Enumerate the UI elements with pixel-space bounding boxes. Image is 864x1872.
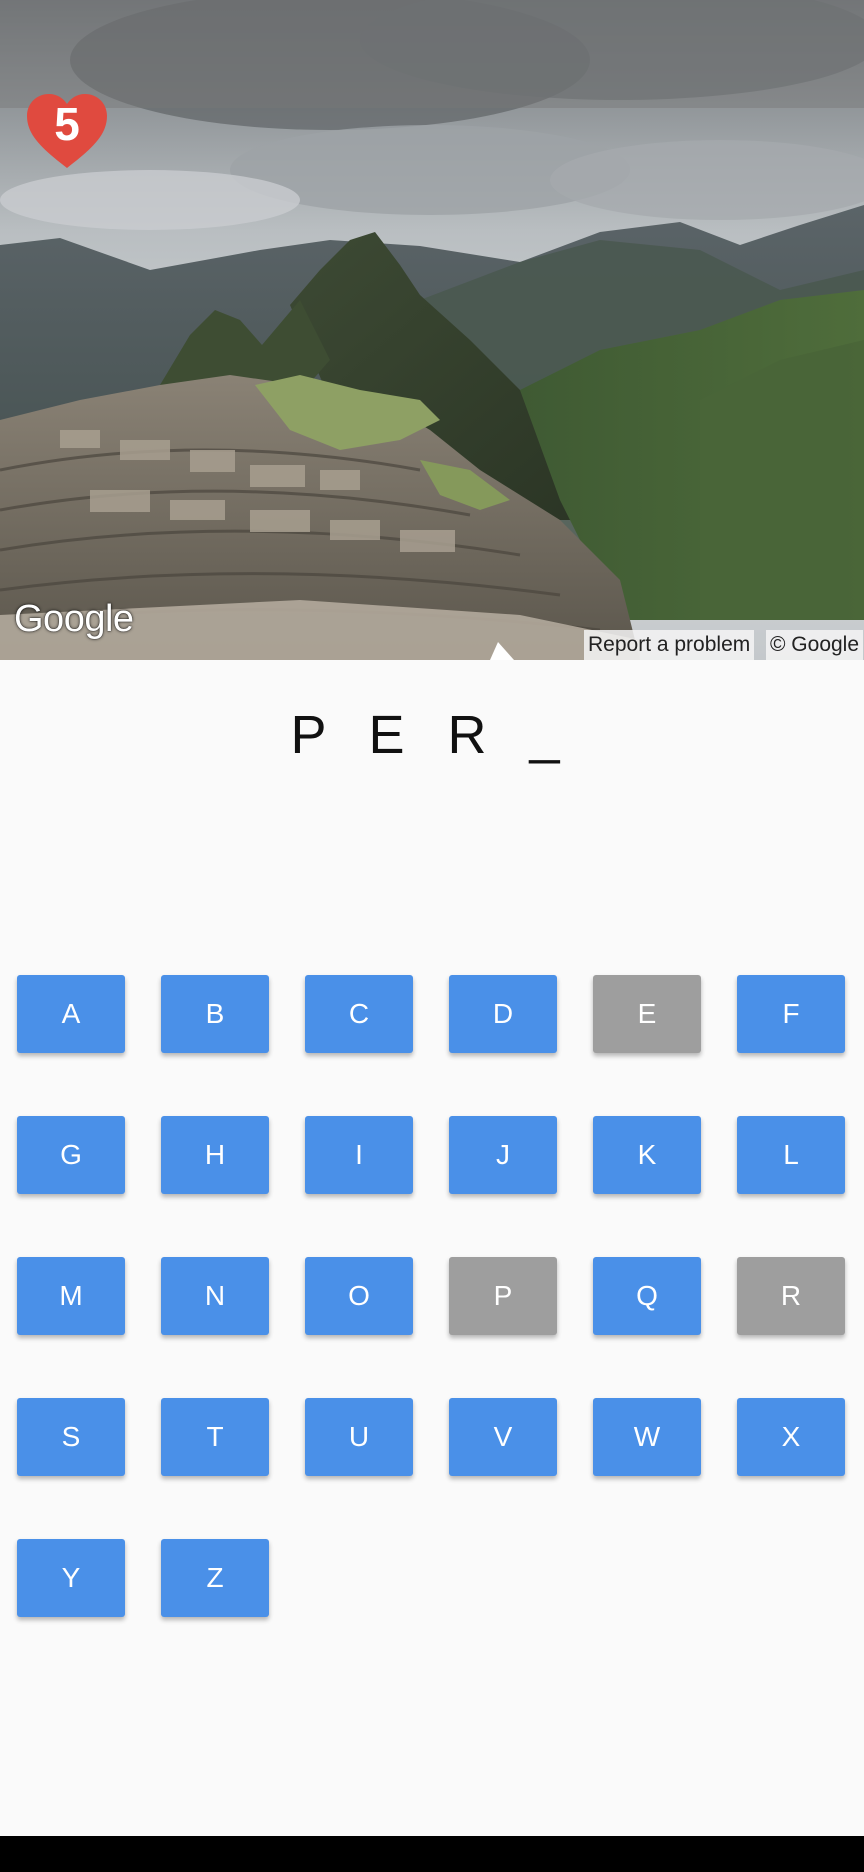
key-y-button[interactable]: Y — [17, 1539, 125, 1617]
lives-indicator: 5 — [24, 92, 110, 172]
key-n-button[interactable]: N — [161, 1257, 269, 1335]
key-u-button[interactable]: U — [305, 1398, 413, 1476]
triangle-pointer-icon — [490, 642, 514, 660]
key-l-button[interactable]: L — [737, 1116, 845, 1194]
lives-count: 5 — [54, 98, 80, 150]
key-f-button[interactable]: F — [737, 975, 845, 1053]
key-c-button[interactable]: C — [305, 975, 413, 1053]
key-a-button[interactable]: A — [17, 975, 125, 1053]
key-e-button[interactable]: E — [593, 975, 701, 1053]
key-k-button[interactable]: K — [593, 1116, 701, 1194]
key-p-button[interactable]: P — [449, 1257, 557, 1335]
copyright-link[interactable]: © Google — [766, 630, 864, 660]
key-s-button[interactable]: S — [17, 1398, 125, 1476]
key-q-button[interactable]: Q — [593, 1257, 701, 1335]
key-h-button[interactable]: H — [161, 1116, 269, 1194]
key-x-button[interactable]: X — [737, 1398, 845, 1476]
key-r-button[interactable]: R — [737, 1257, 845, 1335]
key-z-button[interactable]: Z — [161, 1539, 269, 1617]
key-v-button[interactable]: V — [449, 1398, 557, 1476]
street-view-panorama[interactable]: 5 Google Report a problem © Google — [0, 0, 864, 660]
key-b-button[interactable]: B — [161, 975, 269, 1053]
key-j-button[interactable]: J — [449, 1116, 557, 1194]
status-bar-scrim — [0, 0, 864, 108]
key-i-button[interactable]: I — [305, 1116, 413, 1194]
navigation-bar — [0, 1836, 864, 1872]
google-logo: Google — [14, 598, 134, 640]
guess-word: P E R _ — [290, 705, 574, 765]
key-t-button[interactable]: T — [161, 1398, 269, 1476]
key-m-button[interactable]: M — [17, 1257, 125, 1335]
report-problem-link[interactable]: Report a problem — [584, 630, 755, 660]
key-d-button[interactable]: D — [449, 975, 557, 1053]
key-o-button[interactable]: O — [305, 1257, 413, 1335]
key-w-button[interactable]: W — [593, 1398, 701, 1476]
key-g-button[interactable]: G — [17, 1116, 125, 1194]
